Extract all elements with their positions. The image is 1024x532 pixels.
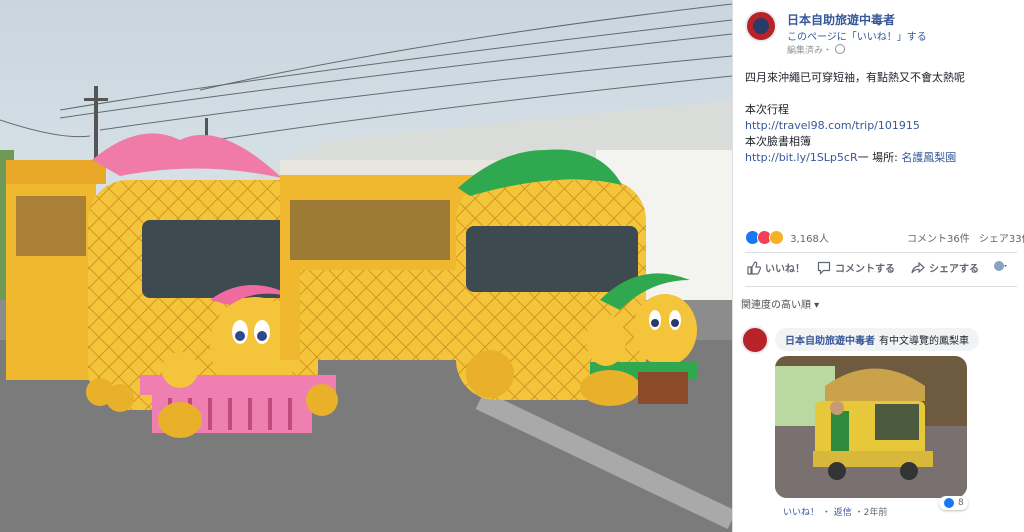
- itinerary-label: 本次行程: [745, 103, 789, 116]
- share-count[interactable]: シェア33件: [979, 234, 1024, 245]
- divider: [745, 252, 1017, 253]
- post-meta: 編集済み・: [787, 43, 846, 56]
- comment-author-link[interactable]: 日本自助旅遊中毒者: [785, 336, 875, 347]
- share-button[interactable]: シェアする: [911, 260, 979, 275]
- page-avatar[interactable]: [745, 10, 777, 42]
- post-header: 日本自助旅遊中毒者 このページに「いいね！」する 編集済み・: [745, 10, 1015, 56]
- haha-reaction-icon: [769, 230, 784, 245]
- comment-text: 有中文導覽的鳳梨車: [879, 336, 969, 347]
- share-icon: [911, 261, 925, 273]
- comment-like-link[interactable]: いいね！: [783, 508, 819, 518]
- share-button-label: シェアする: [929, 264, 979, 275]
- album-link[interactable]: http://bit.ly/1SLp5cR: [745, 151, 858, 164]
- post-side-panel: 日本自助旅遊中毒者 このページに「いいね！」する 編集済み・ 四月來沖繩已可穿短…: [732, 0, 1024, 532]
- reaction-count[interactable]: 3,168人: [790, 234, 829, 245]
- divider: [745, 286, 1017, 287]
- itinerary-link[interactable]: http://travel98.com/trip/101915: [745, 119, 920, 132]
- comment-count[interactable]: コメント36件: [907, 234, 970, 245]
- comment-time[interactable]: ・2年前: [855, 508, 888, 518]
- edited-label[interactable]: 編集済み・: [787, 46, 832, 56]
- pineapple-cart-photo: [775, 356, 967, 498]
- like-reaction-icon: [943, 497, 955, 509]
- audience-selector[interactable]: [993, 260, 1011, 272]
- comment-sort-dropdown[interactable]: 関連度の高い順 ▾: [741, 296, 819, 311]
- comment-reply-link[interactable]: 返信: [834, 508, 852, 518]
- album-label: 本次臉書相簿: [745, 135, 811, 148]
- comment-bubble: 日本自助旅遊中毒者 有中文導覽的鳳梨車: [775, 328, 979, 351]
- comment-like-count: 8: [958, 498, 964, 508]
- post-photo[interactable]: [0, 0, 732, 532]
- thumbs-up-icon: [747, 260, 761, 275]
- comment-photo[interactable]: [775, 356, 967, 498]
- post-text: 四月來沖繩已可穿短袖，有點熱又不會太熱呢 本次行程 http://travel9…: [745, 70, 1023, 166]
- post-stats: 3,168人 コメント36件 シェア33件: [745, 230, 1024, 246]
- place-link[interactable]: 名護鳳梨園: [901, 151, 956, 164]
- comment-reaction-badge[interactable]: 8: [939, 496, 968, 510]
- post-line: 四月來沖繩已可穿短袖，有點熱又不會太熱呢: [745, 71, 965, 84]
- comment-footer: いいね！ ・ 返信 ・2年前: [783, 508, 888, 518]
- like-button[interactable]: いいね！: [747, 260, 805, 275]
- comment-icon: [817, 261, 831, 275]
- globe-icon: [994, 261, 1007, 271]
- like-button-label: いいね！: [765, 264, 805, 275]
- comment-button-label: コメントする: [835, 264, 895, 275]
- page-name-link[interactable]: 日本自助旅遊中毒者: [787, 11, 895, 28]
- globe-icon: [835, 44, 846, 54]
- pineapple-buses-photo: [0, 0, 732, 532]
- place-separator: 一 場所:: [857, 151, 902, 164]
- commenter-avatar[interactable]: [741, 326, 769, 354]
- post-actions: いいね！ コメントする シェアする: [745, 260, 1024, 280]
- like-page-link[interactable]: このページに「いいね！」する: [787, 28, 927, 43]
- comment-button[interactable]: コメントする: [817, 260, 895, 275]
